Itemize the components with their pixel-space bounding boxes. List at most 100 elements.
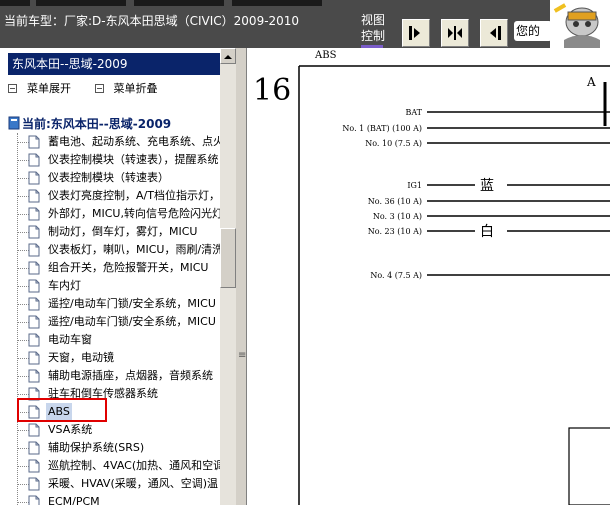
tree-item-label: 遥控/电动车门锁/安全系统，MICU [48, 297, 216, 310]
scroll-up-button[interactable] [220, 48, 236, 64]
wire-color-label: 白 [480, 224, 494, 240]
doc-icon [28, 441, 40, 455]
doc-icon [28, 207, 40, 221]
tree-item-label: 仪表灯亮度控制，A/T档位指示灯， [48, 189, 220, 202]
tree-item[interactable]: 仪表控制模块（转速表） [14, 169, 220, 187]
circuit-label: No. 23 (10 A) [368, 227, 422, 236]
single-page-icon [409, 26, 420, 40]
collapse-box-icon [94, 83, 104, 93]
single-page-button[interactable] [402, 19, 430, 47]
tree-item-label: 遥控/电动车门锁/安全系统，MICU [48, 315, 216, 328]
tree-item-label: 蓄电池、起动系统、充电系统、点火 [48, 135, 220, 148]
tree-item-label: 天窗，电动镜 [48, 351, 114, 364]
menu-strip [0, 0, 340, 6]
tree-item-label: 辅助电源插座，点烟器，音频系统 [48, 369, 213, 382]
circuit-label: No. 4 (7.5 A) [370, 271, 422, 280]
tree-item[interactable]: 巡航控制、4VAC(加热、通风和空调 [14, 457, 220, 475]
collapse-menu-button[interactable]: 菜单折叠 [94, 80, 158, 96]
doc-icon [28, 333, 40, 347]
wire-color-label: 蓝 [480, 178, 494, 194]
doc-icon [28, 423, 40, 437]
split-view-button[interactable] [441, 19, 469, 47]
split-view-icon [448, 26, 462, 40]
circuit-label: No. 10 (7.5 A) [365, 139, 422, 148]
tree-item[interactable]: 外部灯，MICU,转向信号危险闪光灯 [14, 205, 220, 223]
tree-item[interactable]: 仪表板灯，喇叭，MICU，雨刷/清洗 [14, 241, 220, 259]
tree-item-label: 巡航控制、4VAC(加热、通风和空调 [48, 459, 220, 472]
collapse-box-icon [8, 83, 17, 93]
mascot-icon [550, 0, 610, 48]
doc-icon [28, 243, 40, 257]
tree-item[interactable]: 遥控/电动车门锁/安全系统，MICU [14, 295, 220, 313]
tree-item[interactable]: 辅助电源插座，点烟器，音频系统 [14, 367, 220, 385]
tree-item[interactable]: 蓄电池、起动系统、充电系统、点火 [14, 133, 220, 151]
vehicle-title: 当前车型：厂家:D-东风本田思域（CIVIC）2009-2010 [4, 14, 300, 28]
doc-icon [28, 189, 40, 203]
circuit-label: No. 36 (10 A) [368, 197, 422, 206]
tree-item[interactable]: VSA系统 [14, 421, 220, 439]
scroll-thumb[interactable] [220, 228, 236, 288]
doc-icon [28, 477, 40, 491]
help-bubble: 您的 [514, 21, 552, 41]
doc-icon [28, 171, 40, 185]
tree-item[interactable]: 组合开关，危险报警开关，MICU [14, 259, 220, 277]
doc-icon [28, 279, 40, 293]
chapter-tree: 蓄电池、起动系统、充电系统、点火 仪表控制模块（转速表），提醒系统 仪表控制模块（转… [14, 133, 220, 505]
circuit-label: No. 1 (BAT) (100 A) [342, 124, 422, 133]
tree-item[interactable]: 制动灯，倒车灯，雾灯，MICU [14, 223, 220, 241]
panel-splitter[interactable]: ≡ [236, 48, 246, 505]
doc-icon [28, 297, 40, 311]
tree-item[interactable]: 辅助保护系统(SRS) [14, 439, 220, 457]
doc-icon [28, 225, 40, 239]
tree-item[interactable]: 遥控/电动车门锁/安全系统，MICU [14, 313, 220, 331]
doc-icon [28, 315, 40, 329]
tree-item[interactable]: 采暖、HVAV(采暖，通风、空调)温 [14, 475, 220, 493]
tree-item[interactable]: 电动车窗 [14, 331, 220, 349]
doc-icon [28, 459, 40, 473]
circuit-label: BAT [405, 108, 422, 117]
tree-root[interactable]: 当前:东风本田--思域-2009 [8, 115, 171, 132]
view-control-label: 视图控制 [361, 12, 391, 48]
chapter-navigation-panel: 东风本田--思域-2009 菜单展开 菜单折叠 当前:东风本田--思域-2009… [0, 48, 242, 505]
selection-highlight-box [17, 398, 107, 422]
title-bar: 当前车型：厂家:D-东风本田思域（CIVIC）2009-2010 视图控制 您的 [0, 0, 610, 48]
panel-header: 东风本田--思域-2009 [8, 53, 242, 75]
tree-scrollbar[interactable] [220, 48, 236, 505]
expand-menu-button[interactable]: 菜单展开 [8, 80, 71, 96]
column-letter: A [586, 75, 596, 89]
back-icon [490, 26, 501, 40]
tree-item-label: 制动灯，倒车灯，雾灯，MICU [48, 225, 198, 238]
back-button[interactable] [480, 19, 508, 47]
tree-item-label: 组合开关，危险报警开关，MICU [48, 261, 209, 274]
tree-item[interactable]: 仪表灯亮度控制，A/T档位指示灯， [14, 187, 220, 205]
tree-item-label: ECM/PCM [48, 495, 100, 505]
tree-item[interactable]: 仪表控制模块（转速表），提醒系统 [14, 151, 220, 169]
doc-icon [28, 495, 40, 505]
circuit-label: No. 3 (10 A) [373, 212, 422, 221]
book-icon [8, 116, 20, 130]
tree-item-label: 仪表控制模块（转速表） [48, 171, 169, 184]
tree-item-label: VSA系统 [48, 423, 93, 436]
tree-item-label: 采暖、HVAV(采暖，通风、空调)温 [48, 477, 219, 490]
tree-item-label: 外部灯，MICU,转向信号危险闪光灯 [48, 207, 220, 220]
tree-item-label: 辅助保护系统(SRS) [48, 441, 145, 454]
tree-controls: 菜单展开 菜单折叠 [8, 80, 178, 96]
doc-icon [28, 261, 40, 275]
doc-icon [28, 135, 40, 149]
page-number: 16 [253, 73, 291, 108]
tree-item[interactable]: ECM/PCM [14, 493, 220, 505]
tree-item[interactable]: 天窗，电动镜 [14, 349, 220, 367]
chevron-up-icon [224, 55, 232, 59]
wiring-diagram: ABS 16 A BAT No. 1 (BAT) (100 A) No. 10 (7… [253, 50, 610, 505]
tree-item[interactable]: 车内灯 [14, 277, 220, 295]
doc-icon [28, 153, 40, 167]
circuit-label: IG1 [407, 181, 422, 190]
doc-icon [28, 369, 40, 383]
wiring-diagram-view: ABS 16 A BAT No. 1 (BAT) (100 A) No. 10 (7… [246, 48, 610, 505]
tree-item-label: 电动车窗 [48, 333, 92, 346]
diagram-corner-label: ABS [314, 50, 337, 61]
tree-item-label: 车内灯 [48, 279, 81, 292]
tree-item-label: 仪表板灯，喇叭，MICU，雨刷/清洗 [48, 243, 220, 256]
tree-item-label: 仪表控制模块（转速表），提醒系统 [48, 153, 219, 166]
doc-icon [28, 351, 40, 365]
